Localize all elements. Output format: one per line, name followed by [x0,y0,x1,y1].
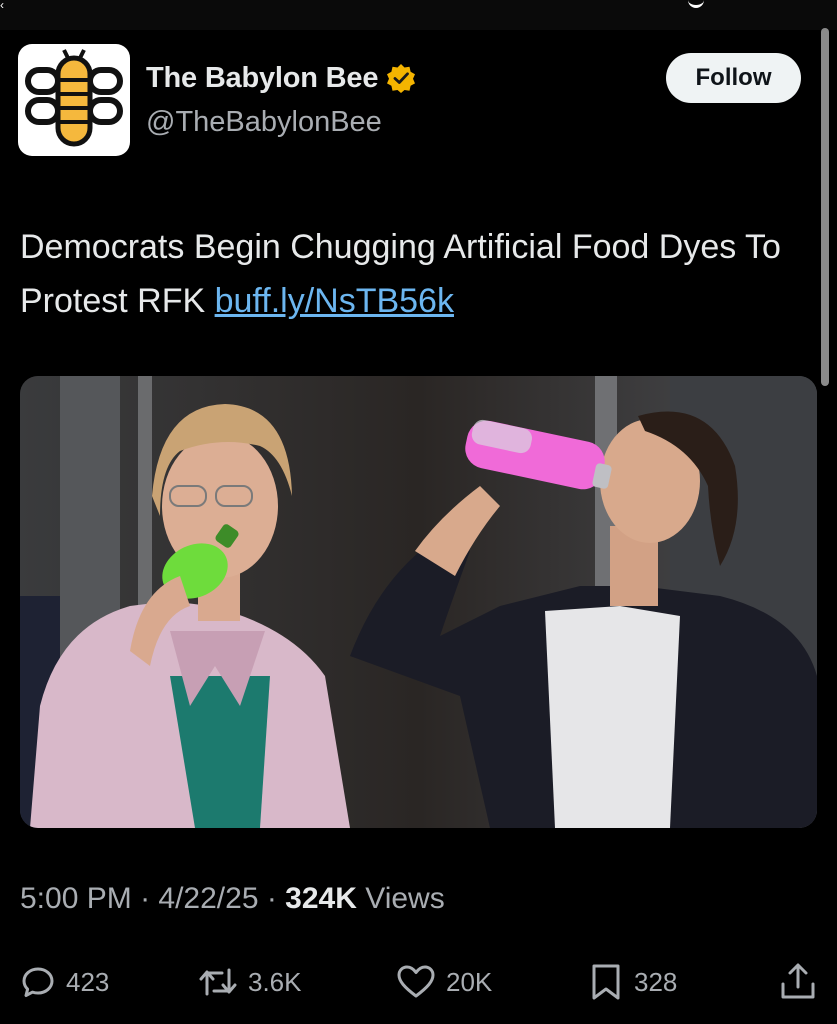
reply-icon [22,967,54,997]
tweet-date[interactable]: 4/22/25 [158,882,258,916]
babylon-bee-logo-icon [25,49,123,147]
like-button[interactable]: 20K [396,956,492,1008]
back-arrow-icon[interactable]: ‹ [0,0,14,11]
display-name[interactable]: The Babylon Bee [146,62,378,95]
news-photo [20,376,817,828]
repost-icon [199,968,237,996]
tweet-time[interactable]: 5:00 PM [20,882,132,916]
views-label: Views [356,882,445,915]
views-count: 324K [285,882,357,915]
verified-badge-icon[interactable] [386,63,416,93]
share-icon [781,963,815,999]
repost-count: 3.6K [248,966,302,997]
avatar[interactable] [18,44,130,156]
more-icon[interactable] [688,0,704,8]
bookmark-count: 328 [634,966,678,997]
account-name-row[interactable]: The Babylon Bee [146,60,416,96]
meta-separator: · [131,882,159,915]
action-bar: 423 3.6K 20K 328 [0,956,837,1008]
heart-icon [397,965,435,998]
repost-button[interactable]: 3.6K [198,956,302,1008]
account-handle[interactable]: @TheBabylonBee [146,106,382,139]
scrollbar[interactable] [821,28,829,386]
tweet-meta: 5:00 PM · 4/22/25 · 324K Views [20,882,445,916]
status-bar: ‹ [0,0,837,30]
follow-button[interactable]: Follow [666,53,801,103]
bookmark-button[interactable]: 328 [588,956,677,1008]
tweet-link[interactable]: buff.ly/NsTB56k [215,282,454,320]
tweet-image[interactable] [20,376,817,828]
reply-count: 423 [66,966,110,997]
bookmark-icon [592,964,620,1000]
tweet-text: Democrats Begin Chugging Artificial Food… [20,220,810,328]
reply-button[interactable]: 423 [20,956,109,1008]
meta-separator-2: · [258,882,286,915]
like-count: 20K [446,966,493,997]
share-button[interactable] [778,956,818,1008]
